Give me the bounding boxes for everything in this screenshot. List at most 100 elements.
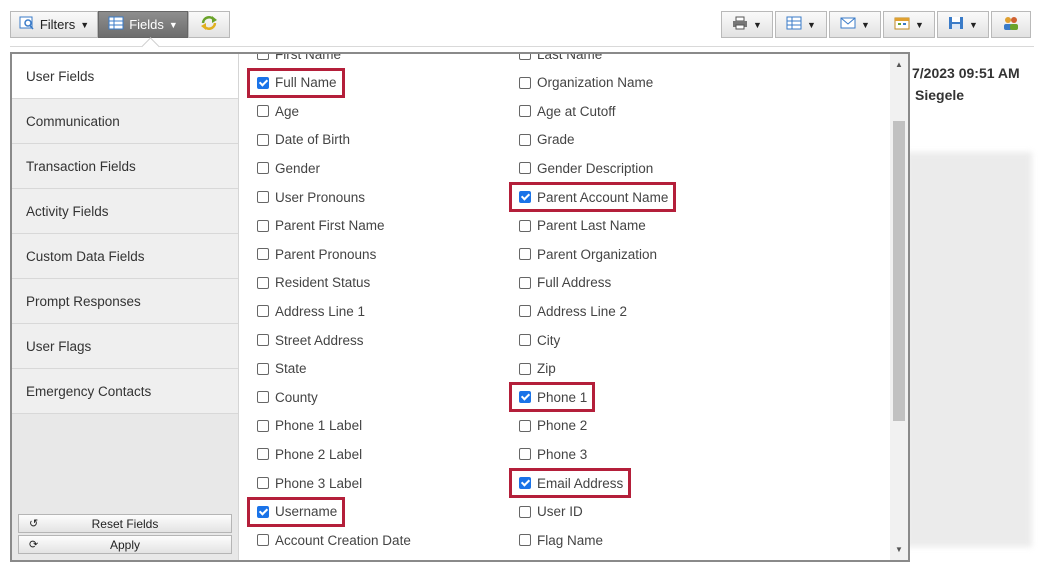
field-option[interactable]: Parent Pronouns (257, 244, 376, 264)
field-option[interactable]: Zip (519, 359, 556, 379)
field-checkbox[interactable] (519, 448, 531, 461)
field-checkbox[interactable] (257, 248, 269, 261)
field-label: Parent Pronouns (275, 246, 377, 262)
field-checkbox[interactable] (257, 162, 269, 175)
vertical-scrollbar[interactable]: ▲ ▼ (890, 54, 908, 560)
field-option[interactable]: User Pronouns (257, 187, 365, 207)
field-checkbox[interactable] (519, 54, 531, 60)
field-option[interactable]: Full Name (257, 73, 337, 93)
sidebar-item[interactable]: Transaction Fields (12, 144, 238, 189)
field-option[interactable]: Username (257, 502, 337, 522)
field-checkbox[interactable] (519, 505, 531, 518)
field-checkbox[interactable] (519, 219, 531, 232)
field-option[interactable]: Organization Name (519, 73, 653, 93)
scroll-down-icon[interactable]: ▼ (895, 545, 903, 554)
field-option[interactable]: Last Name (519, 54, 602, 64)
field-option[interactable]: User ID (519, 502, 583, 522)
scrollbar-thumb[interactable] (893, 121, 905, 421)
field-checkbox[interactable] (257, 391, 269, 404)
field-option[interactable]: Email Address (519, 473, 623, 493)
field-option[interactable]: Address Line 2 (519, 301, 627, 321)
email-icon (840, 17, 856, 32)
field-checkbox[interactable] (257, 305, 269, 318)
field-checkbox[interactable] (257, 191, 269, 203)
field-checkbox[interactable] (519, 362, 531, 375)
field-checkbox[interactable] (257, 105, 269, 118)
field-checkbox[interactable] (257, 334, 269, 346)
refresh-button[interactable] (188, 11, 230, 38)
field-checkbox[interactable] (519, 191, 531, 203)
field-checkbox[interactable] (519, 534, 531, 547)
field-checkbox[interactable] (519, 477, 531, 489)
field-option[interactable]: Gender Description (519, 158, 653, 178)
field-checkbox[interactable] (519, 305, 531, 318)
field-option[interactable]: Gender (257, 158, 320, 178)
chevron-down-icon: ▼ (969, 19, 978, 30)
scroll-up-icon[interactable]: ▲ (895, 60, 903, 69)
field-option[interactable]: Flag Name (519, 530, 603, 550)
field-option[interactable]: City (519, 330, 560, 350)
field-option[interactable]: First Name (257, 54, 341, 64)
field-option[interactable]: Account Creation Date (257, 530, 411, 550)
field-checkbox[interactable] (257, 448, 269, 461)
fields-button[interactable]: Fields ▼ (98, 11, 188, 38)
filters-button[interactable]: Filters ▼ (10, 11, 98, 38)
sidebar-item[interactable]: Emergency Contacts (12, 369, 238, 414)
sidebar-item[interactable]: User Fields (12, 54, 238, 99)
email-button[interactable]: ▼ (829, 11, 881, 38)
field-option[interactable]: Age (257, 101, 299, 121)
report-datetime: 7/2023 09:51 AM (912, 65, 1020, 81)
field-checkbox[interactable] (257, 133, 269, 146)
apply-button[interactable]: ⟳ Apply (18, 535, 232, 554)
field-option[interactable]: Phone 1 Label (257, 416, 362, 436)
field-checkbox[interactable] (519, 419, 531, 432)
field-option[interactable]: Phone 3 (519, 444, 587, 464)
field-option[interactable]: Full Address (519, 273, 611, 293)
field-checkbox[interactable] (519, 162, 531, 175)
sidebar-item[interactable]: Activity Fields (12, 189, 238, 234)
field-option[interactable]: Phone 3 Label (257, 473, 362, 493)
field-checkbox[interactable] (257, 477, 269, 489)
field-option[interactable]: Address Line 1 (257, 301, 365, 321)
field-checkbox[interactable] (519, 276, 531, 289)
field-checkbox[interactable] (519, 391, 531, 404)
print-button[interactable]: ▼ (721, 11, 773, 38)
field-option[interactable]: Resident Status (257, 273, 370, 293)
field-option[interactable]: Street Address (257, 330, 364, 350)
table-view-button[interactable]: ▼ (775, 11, 827, 38)
sidebar-item[interactable]: Custom Data Fields (12, 234, 238, 279)
field-checkbox[interactable] (257, 219, 269, 232)
field-option[interactable]: Age at Cutoff (519, 101, 616, 121)
field-option[interactable]: County (257, 387, 318, 407)
field-checkbox[interactable] (257, 362, 269, 375)
field-option[interactable]: Parent Organization (519, 244, 657, 264)
field-checkbox[interactable] (519, 133, 531, 146)
field-option[interactable]: Phone 2 Label (257, 444, 362, 464)
field-checkbox[interactable] (257, 276, 269, 289)
field-checkbox[interactable] (519, 105, 531, 118)
field-option[interactable]: Grade (519, 130, 575, 150)
field-checkbox[interactable] (257, 76, 269, 89)
field-option[interactable]: Parent First Name (257, 216, 385, 236)
reset-fields-button[interactable]: ↺ Reset Fields (18, 514, 232, 533)
field-option[interactable]: Phone 2 (519, 416, 587, 436)
field-option[interactable]: Phone 1 (519, 387, 587, 407)
field-label: Zip (537, 361, 556, 377)
field-option[interactable]: State (257, 359, 307, 379)
field-checkbox[interactable] (257, 54, 269, 60)
field-checkbox[interactable] (257, 534, 269, 547)
field-checkbox[interactable] (519, 334, 531, 346)
sidebar-item[interactable]: User Flags (12, 324, 238, 369)
field-option[interactable]: Parent Last Name (519, 216, 646, 236)
field-checkbox[interactable] (257, 419, 269, 432)
calendar-button[interactable]: ▼ (883, 11, 935, 38)
field-checkbox[interactable] (519, 248, 531, 261)
sidebar-item[interactable]: Communication (12, 99, 238, 144)
users-button[interactable] (991, 11, 1031, 38)
sidebar-item[interactable]: Prompt Responses (12, 279, 238, 324)
field-checkbox[interactable] (519, 76, 531, 89)
field-option[interactable]: Parent Account Name (519, 187, 668, 207)
field-checkbox[interactable] (257, 505, 269, 518)
field-option[interactable]: Date of Birth (257, 130, 350, 150)
save-button[interactable]: ▼ (937, 11, 989, 38)
